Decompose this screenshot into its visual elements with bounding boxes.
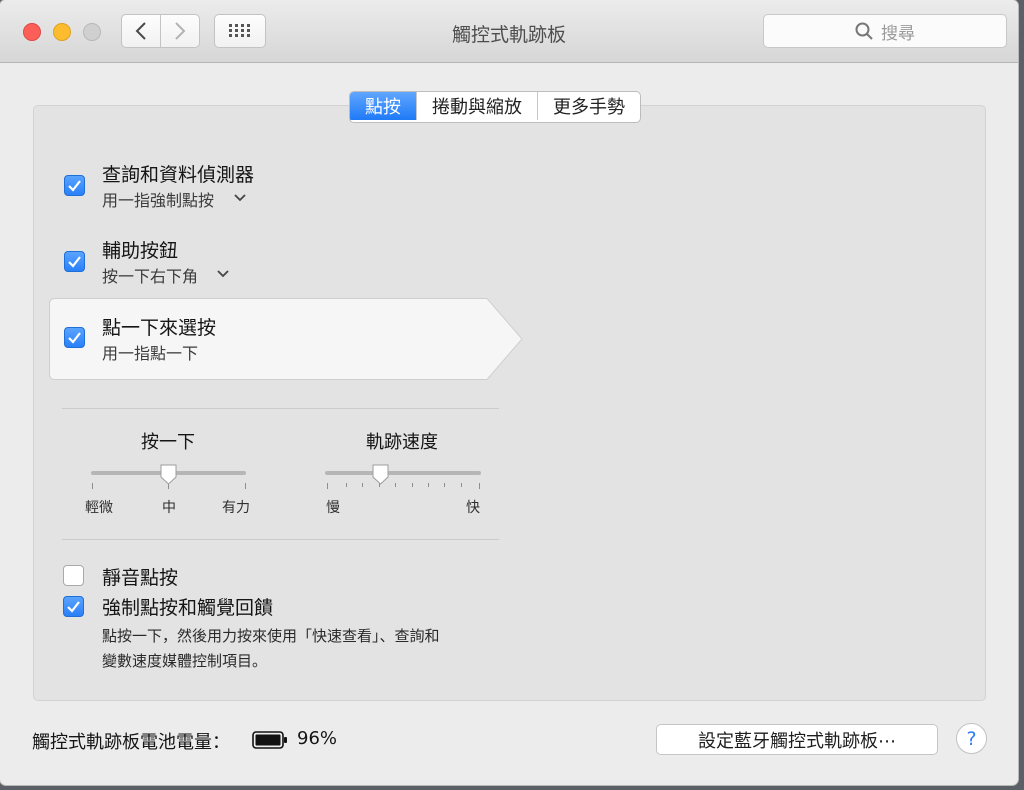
- search-placeholder: 搜尋: [881, 23, 915, 44]
- force-click-title: 強制點按和觸覺回饋: [102, 597, 274, 619]
- lookup-gesture-select[interactable]: 用一指強制點按: [102, 187, 214, 211]
- tracking-slider-max-label: 快: [466, 500, 480, 516]
- click-slider-thumb[interactable]: [159, 464, 178, 486]
- lookup-title: 查詢和資料偵測器: [102, 164, 255, 186]
- preferences-window: 觸控式軌跡板 搜尋 點按 捲動與縮放 更多手勢 查詢和資料偵測器 用一指強制點按…: [0, 0, 1018, 785]
- chevron-down-icon[interactable]: [217, 270, 229, 278]
- tap-to-click-checkbox[interactable]: [64, 327, 85, 348]
- checkmark-icon: [68, 180, 81, 192]
- tap-to-click-title: 點一下來選按: [102, 317, 217, 339]
- slider-tick: [92, 483, 93, 489]
- slider-tick: [395, 483, 396, 487]
- checkmark-icon: [68, 332, 81, 344]
- slider-tick: [245, 483, 246, 489]
- click-slider-max-label: 有力: [222, 500, 250, 516]
- battery-percent: 96%: [297, 728, 338, 749]
- slider-tick: [444, 483, 445, 487]
- slider-tick: [479, 483, 480, 489]
- slider-tick: [412, 483, 413, 487]
- divider: [62, 408, 499, 409]
- battery-label: 觸控式軌跡板電池電量：: [32, 732, 230, 753]
- tracking-slider-track[interactable]: [325, 471, 481, 475]
- tab-bar: 點按 捲動與縮放 更多手勢: [349, 91, 641, 123]
- secondary-click-checkbox[interactable]: [64, 251, 85, 272]
- search-field[interactable]: 搜尋: [763, 14, 1007, 48]
- description-line: 點按一下，然後用力按來使用「快速查看」、查詢和: [102, 627, 440, 645]
- tab-more-gestures[interactable]: 更多手勢: [538, 92, 640, 120]
- battery-icon: [252, 731, 287, 749]
- checkmark-icon: [67, 601, 80, 613]
- silent-clicking-checkbox[interactable]: [63, 565, 84, 586]
- lookup-checkbox[interactable]: [64, 175, 85, 196]
- description-line: 變數速度媒體控制項目。: [102, 652, 268, 670]
- silent-clicking-title: 靜音點按: [102, 567, 179, 589]
- secondary-click-title: 輔助按鈕: [102, 240, 179, 262]
- force-click-description: 點按一下，然後用力按來使用「快速查看」、查詢和 變數速度媒體控制項目。: [102, 624, 502, 674]
- setup-bluetooth-trackpad-button[interactable]: 設定藍牙觸控式軌跡板⋯: [656, 724, 938, 755]
- slider-tick: [362, 483, 363, 487]
- tracking-slider-min-label: 慢: [326, 500, 340, 516]
- tap-to-click-subtitle: 用一指點一下: [102, 344, 199, 363]
- tab-click[interactable]: 點按: [350, 92, 417, 120]
- slider-tick: [461, 483, 462, 487]
- slider-tick: [346, 483, 347, 487]
- search-icon: [855, 22, 873, 40]
- force-click-checkbox[interactable]: [63, 596, 84, 617]
- help-button[interactable]: ?: [956, 723, 987, 754]
- slider-tick: [327, 483, 328, 489]
- secondary-click-select[interactable]: 按一下右下角: [102, 263, 198, 287]
- divider: [62, 539, 499, 540]
- click-slider-min-label: 輕微: [85, 500, 113, 516]
- click-slider-title: 按一下: [141, 432, 195, 453]
- chevron-down-icon[interactable]: [234, 194, 246, 202]
- tab-scroll-zoom[interactable]: 捲動與縮放: [417, 92, 538, 120]
- slider-tick: [428, 483, 429, 487]
- click-slider-mid-label: 中: [162, 500, 176, 516]
- tracking-slider-title: 軌跡速度: [366, 432, 438, 453]
- checkmark-icon: [68, 256, 81, 268]
- title-bar: 觸控式軌跡板 搜尋: [0, 0, 1018, 63]
- tracking-slider-thumb[interactable]: [371, 464, 390, 486]
